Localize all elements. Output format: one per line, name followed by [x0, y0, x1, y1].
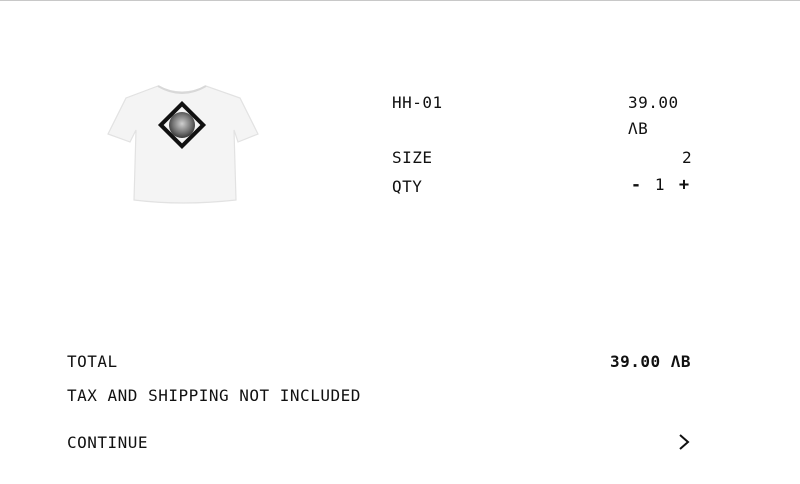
- size-value[interactable]: 2: [682, 148, 692, 167]
- product-sku: HH-01: [392, 93, 443, 112]
- qty-value: 1: [654, 175, 666, 194]
- total-label: TOTAL: [67, 352, 118, 371]
- chevron-right-icon: [679, 434, 690, 450]
- tax-note: TAX AND SHIPPING NOT INCLUDED: [67, 386, 361, 405]
- size-label: SIZE: [392, 148, 433, 167]
- product-currency: ΛB: [628, 119, 649, 138]
- product-image: [100, 72, 265, 212]
- quantity-stepper: - 1 +: [626, 174, 694, 196]
- qty-increment-button[interactable]: +: [674, 174, 694, 196]
- top-divider: [0, 0, 800, 1]
- qty-decrement-button[interactable]: -: [626, 174, 646, 196]
- continue-label: CONTINUE: [67, 432, 149, 452]
- tshirt-graphic-icon: [107, 85, 259, 204]
- continue-button[interactable]: CONTINUE: [67, 424, 691, 460]
- qty-label: QTY: [392, 177, 423, 196]
- total-value: 39.00 ΛB: [609, 352, 691, 371]
- product-price: 39.00: [628, 93, 679, 112]
